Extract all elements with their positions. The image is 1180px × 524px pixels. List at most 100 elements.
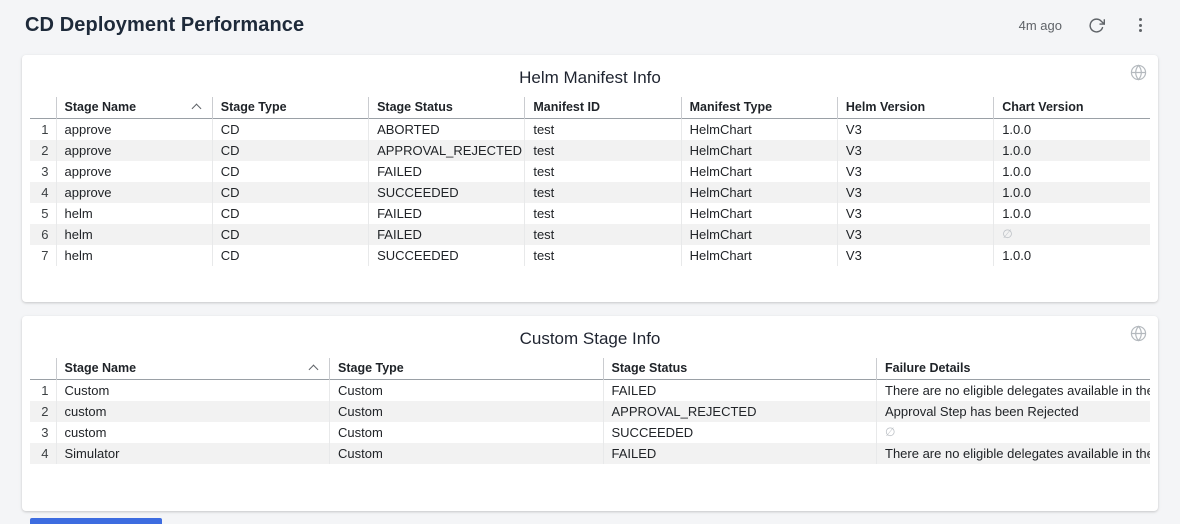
cell: FAILED [603,379,877,401]
panel-custom-stage-info: Custom Stage Info Stage NameStage TypeSt… [22,316,1158,511]
cell: V3 [837,245,993,266]
cell: 1.0.0 [994,140,1150,161]
cell: approve [56,118,212,140]
column-header-label: Helm Version [846,100,925,114]
cell: Custom [330,379,604,401]
cell: SUCCEEDED [369,182,525,203]
cell: CD [212,140,368,161]
cell: There are no eligible delegates availabl… [877,379,1151,401]
column-header-label: Chart Version [1002,100,1083,114]
cell: helm [56,245,212,266]
table-row[interactable]: 4SimulatorCustomFAILEDThere are no eligi… [30,443,1150,464]
column-header-label: Manifest ID [533,100,600,114]
column-header-helm-version[interactable]: Helm Version [837,97,993,118]
column-header-stage-type[interactable]: Stage Type [330,358,604,379]
table-row[interactable]: 1approveCDABORTEDtestHelmChartV31.0.0 [30,118,1150,140]
table-container: Stage Name Stage Type Stage Status Failure … [22,350,1158,464]
chevron-up-icon [191,104,201,114]
cell: APPROVAL_REJECTED [369,140,525,161]
header-actions: 4m ago [1019,15,1150,35]
table-row[interactable]: 2approveCDAPPROVAL_REJECTEDtestHelmChart… [30,140,1150,161]
row-number: 2 [30,401,56,422]
column-header-stage-name[interactable]: Stage Name [56,358,330,379]
cell: Simulator [56,443,330,464]
cell: ABORTED [369,118,525,140]
column-header-stage-name[interactable]: Stage Name [56,97,212,118]
column-header-stage-status[interactable]: Stage Status [603,358,877,379]
column-header-label: Failure Details [885,361,970,375]
cell: HelmChart [681,224,837,245]
panel-menu-button[interactable] [1130,15,1150,35]
column-header-label: Stage Name [65,100,137,114]
row-number: 4 [30,443,56,464]
cell: V3 [837,161,993,182]
cell: 1.0.0 [994,118,1150,140]
cell: FAILED [603,443,877,464]
cell: CD [212,203,368,224]
table-row[interactable]: 4approveCDSUCCEEDEDtestHelmChartV31.0.0 [30,182,1150,203]
cell: test [525,224,681,245]
cell: HelmChart [681,118,837,140]
table-row[interactable]: 1CustomCustomFAILEDThere are no eligible… [30,379,1150,401]
table-row[interactable]: 5helmCDFAILEDtestHelmChartV31.0.0 [30,203,1150,224]
cell: V3 [837,224,993,245]
partial-panel-edge [30,518,162,524]
table-row[interactable]: 3approveCDFAILEDtestHelmChartV31.0.0 [30,161,1150,182]
cell: approve [56,182,212,203]
cell: approve [56,140,212,161]
column-header-chart-version[interactable]: Chart Version [994,97,1150,118]
column-header-stage-type[interactable]: Stage Type [212,97,368,118]
row-number: 3 [30,161,56,182]
row-number: 3 [30,422,56,443]
column-header-label: Stage Name [65,361,137,375]
cell: ∅ [877,422,1151,443]
cell: test [525,203,681,224]
row-number-header [30,97,56,118]
cell: Custom [56,379,330,401]
cell: CD [212,182,368,203]
row-number: 5 [30,203,56,224]
panel-title: Helm Manifest Info [22,55,1158,89]
cell: HelmChart [681,203,837,224]
globe-icon[interactable] [1130,325,1147,347]
kebab-menu-icon [1139,18,1142,32]
globe-icon[interactable] [1130,64,1147,86]
cell: CD [212,245,368,266]
cell: V3 [837,203,993,224]
cell: HelmChart [681,140,837,161]
cell: helm [56,203,212,224]
helm-manifest-table: Stage Name Stage Type Stage Status Manifest… [30,97,1150,266]
column-header-stage-status[interactable]: Stage Status [369,97,525,118]
cell: SUCCEEDED [603,422,877,443]
cell: ∅ [994,224,1150,245]
cell: test [525,182,681,203]
cell: HelmChart [681,245,837,266]
table-row[interactable]: 2customCustomAPPROVAL_REJECTEDApproval S… [30,401,1150,422]
row-number-header [30,358,56,379]
cell: V3 [837,140,993,161]
cell: test [525,140,681,161]
column-header-failure-details[interactable]: Failure Details [877,358,1151,379]
row-number: 6 [30,224,56,245]
refresh-button[interactable] [1086,15,1106,35]
table-container: Stage Name Stage Type Stage Status Manifest… [22,89,1158,266]
column-header-label: Manifest Type [690,100,772,114]
chevron-up-icon [309,365,319,375]
table-row[interactable]: 3customCustomSUCCEEDED∅ [30,422,1150,443]
row-number: 4 [30,182,56,203]
cell: FAILED [369,203,525,224]
column-header-label: Stage Status [612,361,688,375]
cell: CD [212,161,368,182]
column-header-label: Stage Status [377,100,453,114]
table-row[interactable]: 7helmCDSUCCEEDEDtestHelmChartV31.0.0 [30,245,1150,266]
column-header-manifest-type[interactable]: Manifest Type [681,97,837,118]
cell: FAILED [369,161,525,182]
cell: Approval Step has been Rejected [877,401,1151,422]
row-number: 1 [30,118,56,140]
cell: V3 [837,182,993,203]
cell: HelmChart [681,161,837,182]
cell: CD [212,224,368,245]
header-row: Stage Name Stage Type Stage Status Failure … [30,358,1150,379]
table-row[interactable]: 6helmCDFAILEDtestHelmChartV3∅ [30,224,1150,245]
column-header-manifest-id[interactable]: Manifest ID [525,97,681,118]
